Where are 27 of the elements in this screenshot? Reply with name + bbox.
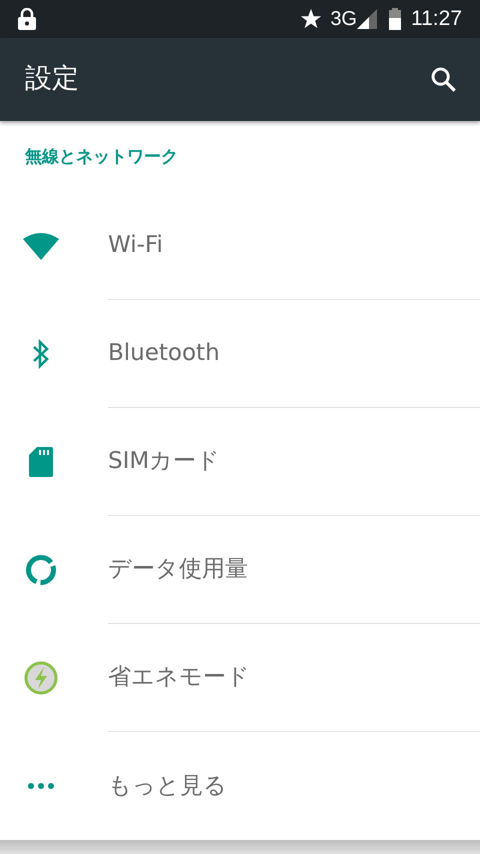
settings-item[interactable]: SIMカード [0, 408, 480, 516]
signal-icon [357, 8, 377, 29]
lock-icon [18, 8, 36, 30]
more-icon [28, 783, 54, 790]
section-header: 無線とネットワーク [25, 146, 178, 169]
item-label: Bluetooth [108, 339, 220, 368]
item-label: データ使用量 [108, 555, 248, 584]
star-icon [300, 8, 322, 30]
settings-item[interactable]: Wi-Fi [0, 192, 480, 300]
settings-item[interactable]: データ使用量 [0, 516, 480, 624]
item-label: Wi-Fi [108, 231, 163, 260]
bluetooth-icon [31, 338, 51, 370]
lightning-icon [24, 661, 58, 696]
settings-item[interactable]: もっと見る [0, 732, 480, 840]
network-type: 3G [330, 6, 357, 32]
item-label: 省エネモード [108, 663, 250, 692]
clock: 11:27 [411, 6, 462, 32]
battery-icon [389, 8, 401, 30]
sd-card-icon [29, 447, 53, 478]
settings-item[interactable]: 省エネモード [0, 624, 480, 732]
app-title: 設定 [25, 62, 80, 96]
settings-item[interactable]: Bluetooth [0, 300, 480, 408]
wifi-icon [23, 232, 59, 260]
item-label: もっと見る [108, 772, 227, 801]
item-label: SIMカード [108, 447, 220, 476]
search-icon [429, 65, 457, 94]
ring-icon [25, 554, 57, 586]
